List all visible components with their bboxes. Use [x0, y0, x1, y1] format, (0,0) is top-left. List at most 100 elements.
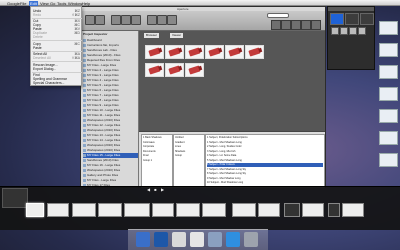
desktop-file-icon[interactable]	[379, 65, 398, 79]
window-thumbnail[interactable]	[72, 203, 96, 217]
toolbar-button[interactable]	[85, 15, 95, 25]
app-icon[interactable]	[172, 232, 186, 247]
image-thumbnail[interactable]	[145, 63, 164, 77]
toolbar-button[interactable]	[95, 15, 105, 25]
strip-preview[interactable]	[2, 188, 28, 208]
palette-tool-button[interactable]	[360, 13, 374, 25]
app-icon[interactable]	[208, 232, 222, 247]
window-thumbnail[interactable]	[176, 203, 200, 217]
column-row[interactable]: Colorwave	[143, 141, 171, 145]
column-row[interactable]: 4 Subject - Ld. Some Data	[207, 154, 323, 158]
column-row[interactable]: 6 Subject - Polar Colours	[207, 163, 323, 167]
toolbar-button[interactable]	[157, 15, 167, 25]
column-row[interactable]: 5 Subject - Mud Shadows Long	[207, 159, 323, 163]
image-thumbnail[interactable]	[185, 63, 204, 77]
palette-header[interactable]	[328, 7, 374, 11]
palette-swatch[interactable]	[331, 27, 339, 35]
column-row[interactable]: 2 Subject - Long, Studies Color	[207, 145, 323, 149]
menu-edit[interactable]: Edit	[29, 0, 38, 6]
tool-icon[interactable]	[281, 20, 291, 30]
image-thumbnail[interactable]	[165, 45, 184, 59]
window-thumbnail[interactable]	[202, 203, 226, 217]
column-row[interactable]: 7 Subject - Mud Shadows Long Sty	[207, 168, 323, 172]
menu-item[interactable]: Export Dialog...	[33, 67, 81, 71]
column-row[interactable]: 3 Subject - Long, Mud ish	[207, 150, 323, 154]
window-thumbnail[interactable]	[302, 203, 324, 217]
palette-tool-button[interactable]	[345, 13, 359, 25]
column-row[interactable]: Final	[143, 154, 171, 158]
photoshop-icon[interactable]	[154, 232, 168, 247]
app-icon[interactable]	[226, 232, 240, 247]
window-thumbnail[interactable]	[328, 203, 340, 217]
palette-swatch[interactable]	[340, 27, 348, 35]
column-row[interactable]: Group 1	[143, 159, 171, 163]
toolbar-button[interactable]	[121, 15, 131, 25]
toolbar-button[interactable]	[111, 15, 121, 25]
menu-item[interactable]: Redo ⇧⌘Z	[33, 13, 81, 17]
menu-file[interactable]: File	[20, 1, 26, 6]
image-thumbnail[interactable]	[225, 45, 244, 59]
next-arrow-icon[interactable]: ▶	[160, 187, 165, 192]
window-thumbnail[interactable]	[47, 203, 69, 217]
window-thumbnail[interactable]	[342, 203, 364, 217]
menu-go[interactable]: Go	[50, 1, 55, 6]
desktop-file-icon[interactable]	[379, 109, 398, 123]
menu-item[interactable]: Paste	[33, 46, 81, 50]
finder-icon[interactable]	[136, 232, 150, 247]
image-thumbnail[interactable]	[245, 45, 264, 59]
window-thumbnail[interactable]	[152, 203, 174, 217]
desktop-file-icon[interactable]	[379, 87, 398, 101]
prev-arrow-icon[interactable]: ◀	[146, 187, 151, 192]
tool-icon[interactable]	[301, 20, 311, 30]
play-icon[interactable]: ■	[153, 187, 158, 192]
app-icon[interactable]	[190, 232, 204, 247]
menu-view[interactable]: View	[40, 1, 49, 6]
search-input[interactable]	[267, 13, 289, 18]
column-row[interactable]: 1 Subject, Polarization Subscriptions	[207, 136, 323, 140]
image-thumbnail[interactable]	[205, 45, 224, 59]
toolbar-button[interactable]	[167, 15, 177, 25]
column-row[interactable]: 1 Subject - Mud Shadows Long	[207, 141, 323, 145]
column-row[interactable]: 9 Subject - Mud Shadow Long	[207, 177, 323, 181]
column-row[interactable]: Lines	[175, 145, 203, 149]
toolbar-button[interactable]	[131, 15, 141, 25]
tool-icon[interactable]	[271, 20, 281, 30]
tab-browser[interactable]: Browser	[143, 32, 161, 39]
column-row[interactable]: Corporate	[143, 145, 171, 149]
column-row[interactable]: 1 Back Shadows	[143, 136, 171, 140]
menu-window[interactable]: Window	[68, 1, 82, 6]
window-thumbnail[interactable]	[124, 203, 150, 217]
column-row[interactable]: Untitled	[175, 136, 203, 140]
desktop-file-icon[interactable]	[379, 21, 398, 35]
menu-help[interactable]: Help	[82, 1, 90, 6]
window-thumbnail[interactable]	[258, 203, 280, 217]
window-thumbnail[interactable]	[284, 203, 300, 217]
column-row[interactable]: Group	[175, 154, 203, 158]
menu-item[interactable]: Special Characters...	[33, 81, 81, 85]
desktop-file-icon[interactable]	[379, 153, 398, 167]
column-row[interactable]: 10 Subject - Mud Shadows Long	[207, 181, 323, 185]
menu-app[interactable]: Google	[7, 1, 20, 6]
menu-tools[interactable]: Tools	[57, 1, 66, 6]
tab-viewer[interactable]: Viewer	[169, 32, 185, 39]
image-thumbnail[interactable]	[165, 63, 184, 77]
tool-icon[interactable]	[311, 20, 321, 30]
palette-swatch[interactable]	[358, 27, 366, 35]
menu-item[interactable]: Deselect All ⇧⌘A	[33, 56, 81, 60]
palette-tool-button[interactable]	[330, 13, 344, 25]
toolbar-button[interactable]	[147, 15, 157, 25]
image-thumbnail[interactable]	[185, 45, 204, 59]
desktop-file-icon[interactable]	[379, 131, 398, 145]
column-row[interactable]: 8 Subject - Mud Shadows Long Sty	[207, 172, 323, 176]
image-thumbnail[interactable]	[145, 45, 164, 59]
trash-icon[interactable]	[244, 232, 258, 247]
column-row[interactable]: Gradient	[175, 141, 203, 145]
desktop-file-icon[interactable]	[379, 43, 398, 57]
window-thumbnail[interactable]	[26, 203, 44, 217]
tool-icon[interactable]	[291, 20, 301, 30]
column-row[interactable]: Shadows	[175, 150, 203, 154]
menu-item[interactable]: Delete	[33, 35, 81, 39]
column-row[interactable]: Documents	[143, 150, 171, 154]
palette-swatch[interactable]	[349, 27, 357, 35]
window-thumbnail[interactable]	[98, 203, 122, 217]
